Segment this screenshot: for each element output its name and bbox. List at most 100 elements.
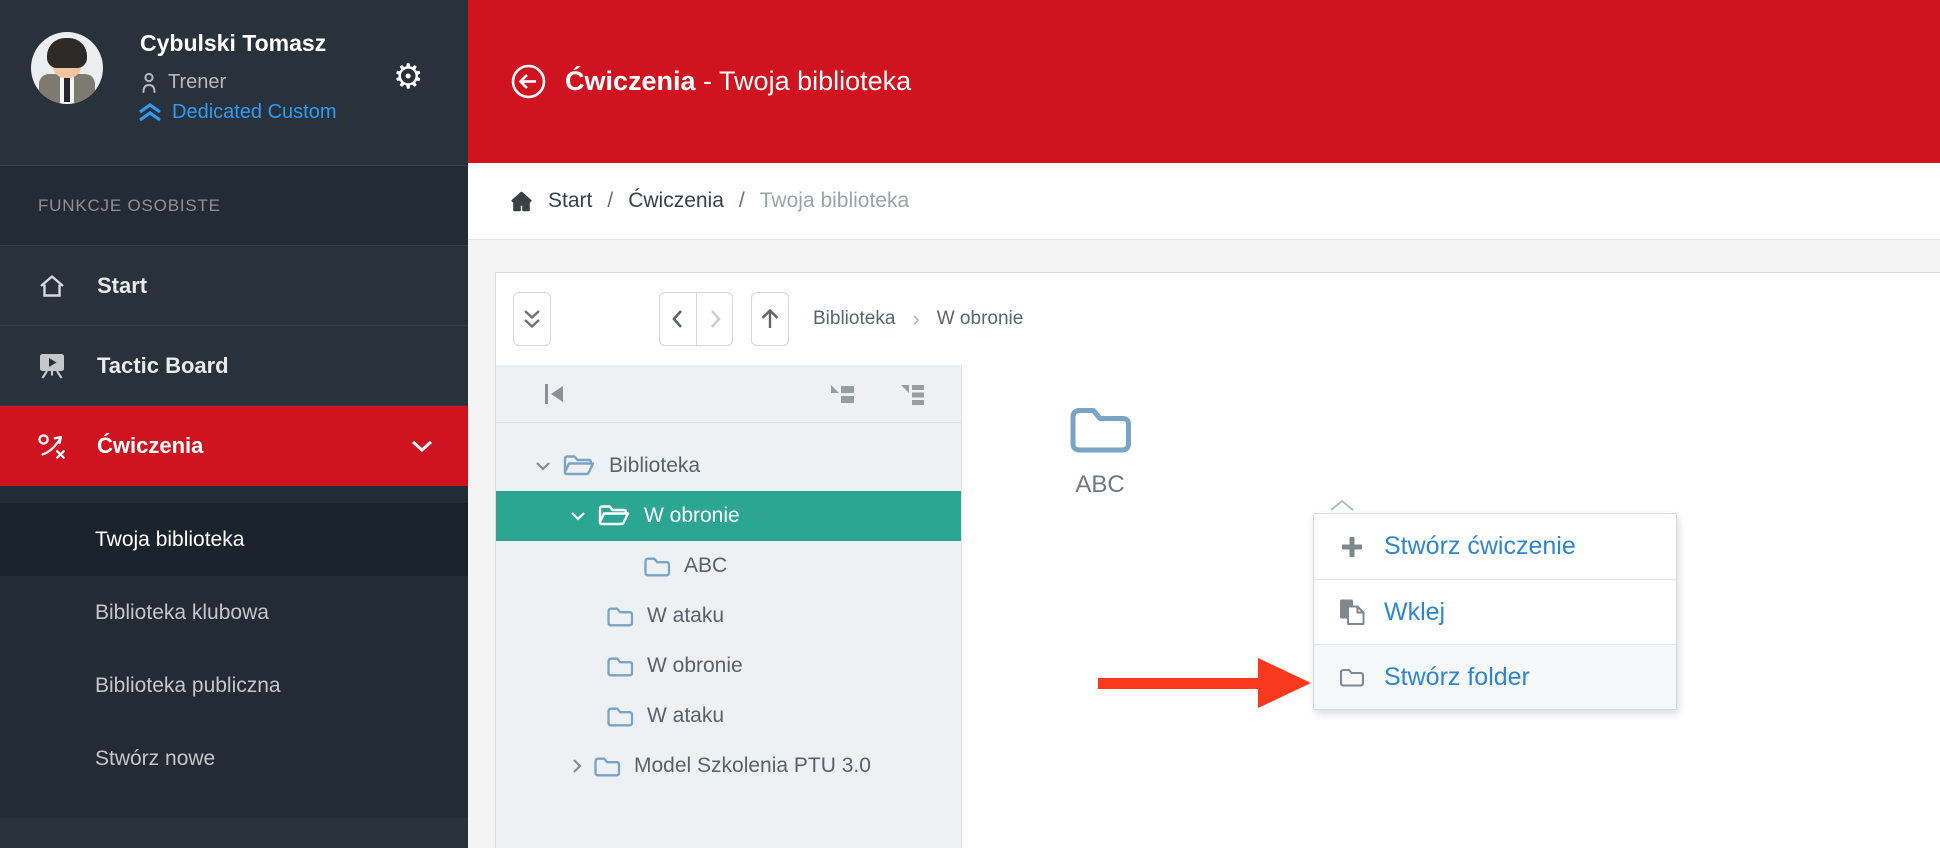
chevron-down-icon[interactable] xyxy=(569,510,587,522)
tree-node-label: Model Szkolenia PTU 3.0 xyxy=(634,754,871,778)
menu-item-label: Wklej xyxy=(1384,598,1445,627)
expand-tree-icon[interactable] xyxy=(899,383,925,405)
folder-contents: ABC xyxy=(962,365,1940,848)
sidebar-subitem-stworz-nowe[interactable]: Stwórz nowe xyxy=(0,722,468,795)
tree-node-biblioteka[interactable]: Biblioteka xyxy=(496,441,961,491)
breadcrumb-item-cwiczenia[interactable]: Ćwiczenia xyxy=(628,189,724,213)
user-plan-label: Dedicated Custom xyxy=(172,101,337,124)
sidebar-subitem-biblioteka-klubowa[interactable]: Biblioteka klubowa xyxy=(0,576,468,649)
paste-icon xyxy=(1337,598,1367,626)
sidebar-subitem-biblioteka-publiczna[interactable]: Biblioteka publiczna xyxy=(0,649,468,722)
context-menu: Stwórz ćwiczenie Wklej xyxy=(1313,513,1677,710)
sidebar-item-cwiczenia[interactable]: Ćwiczenia xyxy=(0,406,468,486)
avatar-hair xyxy=(47,38,87,68)
chevron-down-icon xyxy=(410,433,434,459)
sidebar-item-label: Ćwiczenia xyxy=(97,433,203,459)
page-title: Ćwiczenia - Twoja biblioteka xyxy=(565,66,911,97)
menu-item-label: Stwórz ćwiczenie xyxy=(1384,532,1576,561)
folder-icon xyxy=(643,555,671,578)
tree-node-w-obronie-2[interactable]: W obronie xyxy=(496,641,961,691)
explorer-panel: Biblioteka › W obronie xyxy=(495,272,1940,848)
avatar[interactable] xyxy=(31,32,103,104)
sidebar-item-label: Start xyxy=(97,273,147,299)
tree-node-label: W obronie xyxy=(644,504,740,528)
breadcrumb-separator: / xyxy=(739,189,745,213)
sidebar-submenu: Twoja biblioteka Biblioteka klubowa Bibl… xyxy=(0,486,468,818)
menu-item-wklej[interactable]: Wklej xyxy=(1314,579,1676,644)
up-level-button[interactable] xyxy=(751,292,789,346)
page-header: Ćwiczenia - Twoja biblioteka xyxy=(468,0,1940,163)
sidebar-item-start[interactable]: Start xyxy=(0,246,468,326)
folder-icon xyxy=(593,755,621,778)
explorer-path-current: W obronie xyxy=(937,308,1024,330)
user-block: Cybulski Tomasz Trener Dedicated Custom … xyxy=(0,0,468,166)
tree-node-abc[interactable]: ABC xyxy=(496,541,961,591)
tree-node-w-obronie-selected[interactable]: W obronie xyxy=(496,491,961,541)
workspace: Biblioteka › W obronie xyxy=(468,240,1940,848)
tree-node-label: W ataku xyxy=(647,604,724,628)
tree-node-w-ataku-1[interactable]: W ataku xyxy=(496,591,961,641)
tree-node-label: ABC xyxy=(684,554,727,578)
menu-item-stworz-cwiczenie[interactable]: Stwórz ćwiczenie xyxy=(1314,514,1676,579)
collapse-all-button[interactable] xyxy=(513,292,551,346)
tree-node-label: Biblioteka xyxy=(609,454,700,478)
sidebar-subitem-label: Twoja biblioteka xyxy=(95,528,244,552)
red-annotation-arrow xyxy=(1098,654,1312,717)
user-plan-row[interactable]: Dedicated Custom xyxy=(137,101,337,124)
home-outline-icon xyxy=(37,273,67,299)
app-window: Cybulski Tomasz Trener Dedicated Custom … xyxy=(0,0,1940,848)
tree-node-w-ataku-2[interactable]: W ataku xyxy=(496,691,961,741)
double-chevron-up-icon xyxy=(137,102,163,123)
caret-up-icon xyxy=(1328,498,1356,512)
folder-tile-abc[interactable]: ABC xyxy=(1035,403,1165,499)
sidebar: Cybulski Tomasz Trener Dedicated Custom … xyxy=(0,0,468,848)
folder-icon xyxy=(1067,403,1133,457)
person-icon xyxy=(140,72,158,94)
sidebar-subitem-twoja-biblioteka[interactable]: Twoja biblioteka xyxy=(0,503,468,576)
tactic-board-icon xyxy=(37,352,67,380)
folder-icon xyxy=(1337,667,1367,688)
folder-open-icon xyxy=(597,503,631,529)
back-nav-button[interactable] xyxy=(660,293,696,345)
back-button[interactable] xyxy=(510,63,547,100)
plus-icon xyxy=(1337,535,1367,559)
tree-node-label: W obronie xyxy=(647,654,743,678)
sidebar-subitem-label: Biblioteka publiczna xyxy=(95,674,281,698)
collapse-tree-icon[interactable] xyxy=(829,383,855,405)
gear-icon[interactable]: ⚙ xyxy=(393,60,423,94)
tree-body: Biblioteka W obronie xyxy=(496,423,961,848)
folder-tile-label: ABC xyxy=(1075,471,1124,499)
chevron-right-icon[interactable] xyxy=(571,757,583,775)
explorer-path: Biblioteka › W obronie xyxy=(813,308,1023,330)
tree-header xyxy=(496,365,961,423)
menu-item-stworz-folder[interactable]: Stwórz folder xyxy=(1314,644,1676,709)
explorer-path-root[interactable]: Biblioteka xyxy=(813,308,895,330)
avatar-tie xyxy=(64,76,70,102)
collapse-panel-icon[interactable] xyxy=(542,382,566,406)
home-icon[interactable] xyxy=(510,191,533,212)
sidebar-section-label: FUNKCJE OSOBISTE xyxy=(0,166,468,246)
tactics-icon xyxy=(37,430,67,462)
forward-nav-button[interactable] xyxy=(696,293,732,345)
tree-node-label: W ataku xyxy=(647,704,724,728)
breadcrumb-separator: / xyxy=(607,189,613,213)
chevron-down-icon[interactable] xyxy=(534,460,552,472)
sidebar-nav: Start Tactic Board Ćwiczenia Twoj xyxy=(0,246,468,818)
main-area: Ćwiczenia - Twoja biblioteka Start / Ćwi… xyxy=(468,0,1940,848)
sidebar-item-tactic-board[interactable]: Tactic Board xyxy=(0,326,468,406)
explorer-toolbar: Biblioteka › W obronie xyxy=(496,273,1940,365)
menu-item-label: Stwórz folder xyxy=(1384,663,1530,692)
user-name: Cybulski Tomasz xyxy=(140,30,326,57)
tree-header-actions xyxy=(829,383,925,405)
arrow-up-icon xyxy=(758,306,782,332)
folder-tree-panel: Biblioteka W obronie xyxy=(496,365,962,848)
page-title-rest: - Twoja biblioteka xyxy=(696,66,912,96)
explorer-body: Biblioteka W obronie xyxy=(496,365,1940,848)
tree-node-model-szkolenia[interactable]: Model Szkolenia PTU 3.0 xyxy=(496,741,961,791)
folder-icon xyxy=(606,605,634,628)
folder-icon xyxy=(606,705,634,728)
sidebar-subitem-label: Biblioteka klubowa xyxy=(95,601,269,625)
history-nav-group xyxy=(659,292,733,346)
breadcrumb-item-start[interactable]: Start xyxy=(548,189,592,213)
page-title-bold: Ćwiczenia xyxy=(565,66,696,96)
